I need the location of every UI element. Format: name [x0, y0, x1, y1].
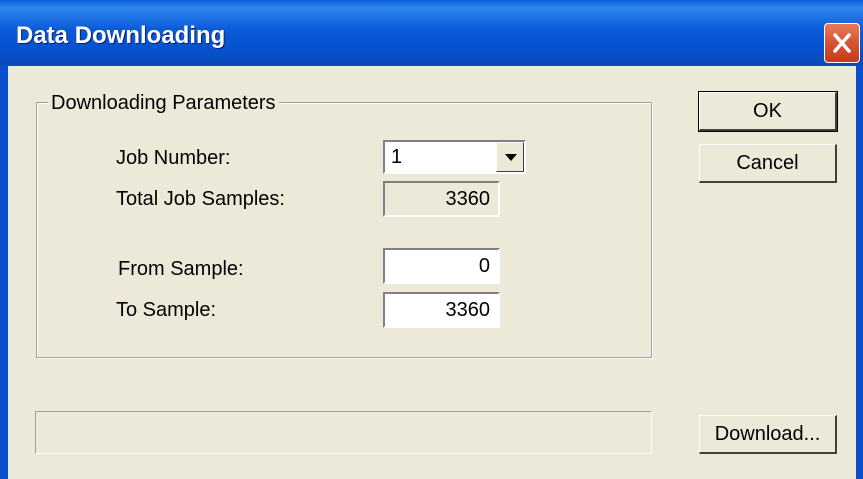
groupbox-title: Downloading Parameters [48, 91, 279, 115]
window-border-left [0, 66, 8, 479]
from-sample-input[interactable]: 0 [383, 248, 500, 284]
close-button[interactable] [824, 23, 860, 63]
job-number-combobox[interactable]: 1 [383, 140, 526, 174]
window-border-right [856, 66, 863, 479]
to-sample-label: To Sample: [116, 299, 217, 321]
total-samples-label: Total Job Samples: [116, 188, 285, 210]
download-button[interactable]: Download... [699, 415, 837, 454]
total-samples-field: 3360 [383, 181, 500, 217]
job-number-value: 1 [391, 146, 403, 168]
from-sample-label: From Sample: [118, 258, 244, 280]
title-bar[interactable]: Data Downloading [0, 0, 863, 66]
ok-button[interactable]: OK [698, 91, 838, 132]
window-title: Data Downloading [16, 22, 226, 49]
cancel-button[interactable]: Cancel [699, 144, 837, 183]
status-panel [35, 411, 652, 454]
dialog-window: Data Downloading Downloading Parameters … [0, 0, 863, 479]
job-number-dropdown-button[interactable] [496, 142, 524, 172]
to-sample-input[interactable]: 3360 [383, 292, 500, 328]
job-number-label: Job Number: [116, 147, 231, 169]
